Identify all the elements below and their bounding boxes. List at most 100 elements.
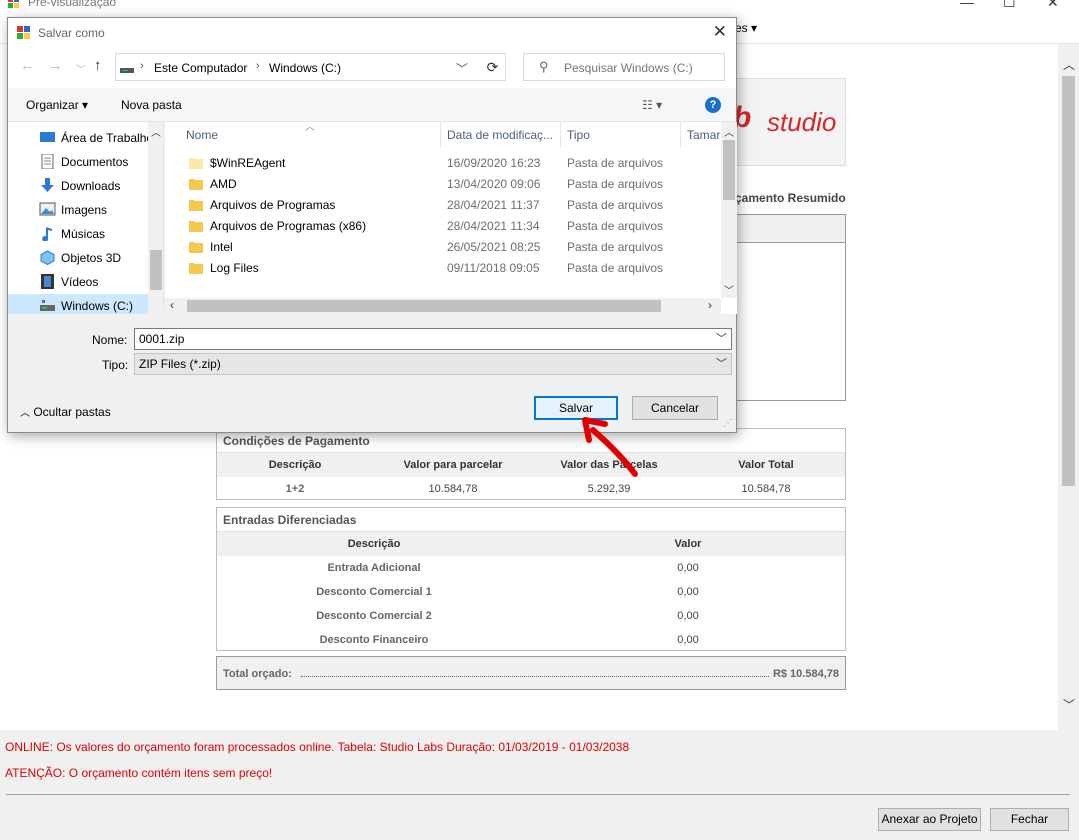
total-label: Total orçado: <box>223 668 292 680</box>
dotted-leader <box>301 676 769 677</box>
recent-dropdown-icon[interactable]: ﹀ <box>76 61 86 76</box>
preview-vertical-scrollbar[interactable]: ︿ ﹀ <box>1058 44 1079 720</box>
save-as-dialog: Salvar como ✕ ← → ﹀ ↑ › Este Computador … <box>7 17 737 433</box>
table-cell: 0,00 <box>677 586 699 598</box>
background-title-bar: Pré-visualização — ☐ ✕ <box>0 0 1079 12</box>
refresh-icon[interactable]: ⟳ <box>480 53 506 81</box>
scroll-up-icon[interactable]: ︿ <box>724 124 734 139</box>
up-arrow-icon[interactable]: ↑ <box>94 57 102 74</box>
dialog-title-bar: Salvar como ✕ <box>8 18 736 48</box>
view-options-icon[interactable]: ☷ ▾ <box>642 98 662 112</box>
resize-grip-icon[interactable]: ⋰ <box>723 418 733 429</box>
table-header-row: Descrição Valor para parcelar Valor das … <box>217 453 845 477</box>
nav-item-videos[interactable]: Vídeos <box>8 270 148 294</box>
nav-item-pictures[interactable]: Imagens <box>8 198 148 222</box>
total-value: R$ 10.584,78 <box>772 668 839 680</box>
filetype-label: Tipo: <box>102 358 129 372</box>
scroll-thumb[interactable] <box>187 300 661 312</box>
address-bar[interactable]: › Este Computador › Windows (C:) ﹀ <box>115 53 503 81</box>
file-list-vertical-scrollbar[interactable]: ︿ ﹀ <box>721 122 737 298</box>
filename-input[interactable]: 0001.zip ﹀ <box>134 328 732 350</box>
music-icon <box>42 227 52 241</box>
organize-button[interactable]: Organizar ▾ <box>26 98 88 112</box>
desktop-icon <box>40 132 55 142</box>
brand-logo: b studio <box>722 78 846 166</box>
column-header-name[interactable]: Nome <box>186 128 218 142</box>
scroll-down-icon[interactable]: ﹀ <box>724 282 734 297</box>
table-row: Desconto Comercial 2 0,00 <box>217 604 845 628</box>
column-header-date[interactable]: Data de modificaç... <box>447 128 553 142</box>
nav-item-3d-objects[interactable]: Objetos 3D <box>8 246 148 270</box>
file-row[interactable]: Arquivos de Programas 28/04/2021 11:37 P… <box>165 195 721 216</box>
table-row: Entrada Adicional 0,00 <box>217 556 845 580</box>
column-header: Valor para parcelar <box>403 459 503 471</box>
address-segment[interactable]: Este Computador <box>154 61 247 75</box>
file-row[interactable]: Intel 26/05/2021 08:25 Pasta de arquivos <box>165 237 721 258</box>
fechar-button[interactable]: Fechar <box>990 808 1069 831</box>
file-row[interactable]: $WinREAgent 16/09/2020 16:23 Pasta de ar… <box>165 153 721 174</box>
scroll-down-icon[interactable]: ﹀ <box>1063 696 1075 713</box>
forward-arrow-icon[interactable]: → <box>48 57 63 74</box>
file-row[interactable]: AMD 13/04/2020 09:06 Pasta de arquivos <box>165 174 721 195</box>
table-cell: 0,00 <box>677 634 699 646</box>
hide-folders-toggle[interactable]: ︿ Ocultar pastas <box>20 404 111 419</box>
chevron-down-icon[interactable]: ﹀ <box>456 60 468 77</box>
drive-icon <box>40 300 55 311</box>
filetype-select[interactable]: ZIP Files (*.zip) ﹀ <box>134 353 732 375</box>
navigation-scrollbar[interactable]: ︿ <box>148 122 163 314</box>
scroll-right-icon[interactable]: › <box>708 298 712 312</box>
scroll-up-icon[interactable]: ︿ <box>1063 56 1075 73</box>
column-header: Descrição <box>268 459 322 471</box>
file-list-horizontal-scrollbar[interactable]: ‹ › <box>165 298 721 314</box>
new-folder-button[interactable]: Nova pasta <box>121 98 182 112</box>
help-icon[interactable]: ? <box>705 97 721 113</box>
column-header-size[interactable]: Tamar <box>687 128 720 142</box>
minimize-icon[interactable]: — <box>960 0 974 10</box>
file-row[interactable]: Arquivos de Programas (x86) 28/04/2021 1… <box>165 216 721 237</box>
sort-asc-icon: ︿ <box>305 122 315 133</box>
table-row: Desconto Financeiro 0,00 <box>217 628 845 652</box>
nav-item-music[interactable]: Músicas <box>8 222 148 246</box>
maximize-icon[interactable]: ☐ <box>1003 0 1016 11</box>
dialog-toolbar: Organizar ▾ Nova pasta ☷ ▾ ? <box>8 88 736 122</box>
scroll-thumb[interactable] <box>150 250 162 290</box>
scroll-thumb[interactable] <box>723 140 735 200</box>
folder-icon <box>189 263 203 274</box>
dialog-close-icon[interactable]: ✕ <box>713 22 727 42</box>
table-cell: Desconto Financeiro <box>319 634 429 646</box>
address-segment[interactable]: Windows (C:) <box>269 61 341 75</box>
nav-item-windows-c[interactable]: Windows (C:) <box>8 294 148 314</box>
scroll-thumb[interactable] <box>1062 76 1075 486</box>
videos-icon <box>41 274 54 289</box>
folder-icon <box>189 200 203 211</box>
objects3d-icon <box>40 250 55 265</box>
back-arrow-icon[interactable]: ← <box>20 57 35 74</box>
table-cell: Entrada Adicional <box>327 562 421 574</box>
filename-label: Nome: <box>92 333 128 347</box>
table-cell: 1+2 <box>285 483 305 495</box>
total-orcado: Total orçado: R$ 10.584,78 <box>216 656 846 690</box>
file-row[interactable]: Log Files 09/11/2018 09:05 Pasta de arqu… <box>165 258 721 279</box>
table-row: 1+2 10.584,78 5.292,39 10.584,78 <box>217 477 845 501</box>
online-message: ONLINE: Os valores do orçamento foram pr… <box>5 740 630 754</box>
table-cell: Desconto Comercial 2 <box>316 610 432 622</box>
close-icon[interactable]: ✕ <box>1047 0 1059 11</box>
nav-item-desktop[interactable]: Área de Trabalho <box>8 126 148 150</box>
navigation-pane: Área de Trabalho Documentos Downloads Im… <box>8 122 164 314</box>
scroll-up-icon[interactable]: ︿ <box>151 124 161 139</box>
chevron-down-icon[interactable]: ﹀ <box>716 329 727 349</box>
resumo-title: çamento Resumido <box>735 191 846 205</box>
anexar-projeto-button[interactable]: Anexar ao Projeto <box>878 808 981 831</box>
nav-item-documents[interactable]: Documentos <box>8 150 148 174</box>
computer-icon <box>120 68 134 73</box>
nav-item-downloads[interactable]: Downloads <box>8 174 148 198</box>
chevron-down-icon[interactable]: ﹀ <box>716 354 727 374</box>
search-input[interactable]: ⚲ Pesquisar Windows (C:) <box>523 53 725 81</box>
table-cell: 10.584,78 <box>428 483 478 495</box>
scroll-left-icon[interactable]: ‹ <box>170 298 174 312</box>
search-icon: ⚲ <box>539 59 549 74</box>
column-header-type[interactable]: Tipo <box>567 128 590 142</box>
menu-item-partial[interactable]: es ▾ <box>735 21 757 35</box>
pictures-icon <box>39 202 56 216</box>
table-cell: 5.292,39 <box>587 483 631 495</box>
